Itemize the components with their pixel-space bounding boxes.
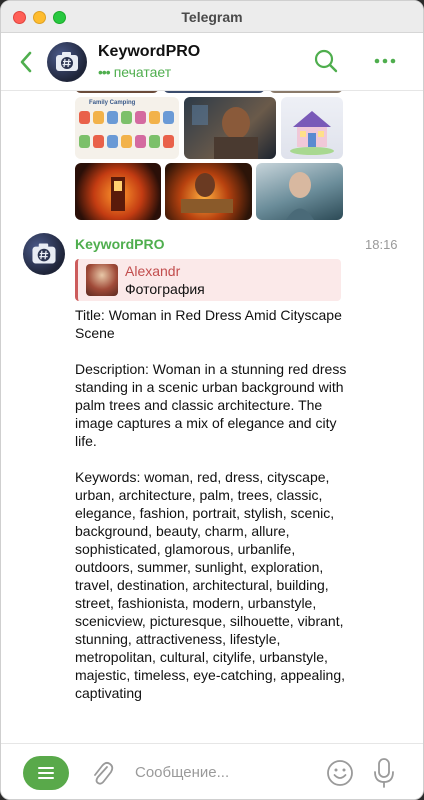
message-text: Title: Woman in Red Dress Amid Cityscape… [75, 306, 347, 702]
media-thumbnail[interactable] [256, 163, 343, 220]
search-icon [314, 49, 338, 73]
reply-thumbnail [86, 264, 118, 296]
chevron-left-icon [20, 51, 32, 73]
reply-preview[interactable]: Alexandr Фотография [75, 259, 341, 301]
media-thumbnail[interactable] [165, 163, 252, 220]
bot-menu-button[interactable] [23, 756, 69, 790]
media-thumbnail[interactable] [75, 91, 159, 93]
reply-author: Alexandr [125, 263, 181, 279]
chat-header: KeywordPRO ••• печатает [1, 33, 423, 91]
message-sender[interactable]: KeywordPRO [75, 236, 164, 252]
photo-toy-house [290, 111, 334, 155]
message-description: Description: Woman in a stunning red dre… [75, 361, 347, 449]
window-title: Telegram [181, 9, 243, 25]
telegram-window: Telegram KeywordPRO ••• печатает Family … [0, 0, 424, 800]
media-thumbnail[interactable] [269, 91, 343, 93]
menu-icon-bar [38, 777, 54, 779]
emoji-button[interactable] [325, 758, 355, 788]
chat-status: ••• печатает [98, 64, 171, 80]
microphone-icon [374, 758, 394, 788]
photo-fire-booth [111, 177, 125, 211]
message-keywords: Keywords: woman, red, dress, cityscape, … [75, 469, 346, 701]
chat-avatar[interactable] [47, 42, 87, 82]
smiley-icon [327, 760, 353, 786]
chat-messages[interactable]: Family Camping KeywordPRO 18:16 Alexandr… [1, 91, 423, 743]
media-thumbnail-family-camping[interactable]: Family Camping [75, 97, 179, 159]
camera-hashtag-logo-icon [56, 52, 78, 71]
photo-woman-rain [286, 172, 314, 220]
search-button[interactable] [313, 47, 339, 75]
back-button[interactable] [15, 49, 39, 75]
camera-hashtag-logo-icon [32, 243, 56, 264]
title-bar: Telegram [1, 1, 423, 33]
media-thumbnail[interactable] [184, 97, 276, 159]
more-dots-icon [374, 58, 396, 64]
message-input[interactable] [135, 760, 315, 784]
more-options-button[interactable] [371, 47, 399, 75]
attach-button[interactable] [89, 758, 115, 788]
message-composer [1, 743, 423, 799]
collage-title: Family Camping [89, 100, 136, 106]
reply-text: Фотография [125, 281, 205, 297]
media-thumbnail[interactable] [163, 91, 265, 93]
menu-icon [38, 767, 54, 769]
menu-icon-bar [38, 772, 54, 774]
photo-woman-laptop [192, 105, 258, 159]
typing-status-text: печатает [113, 64, 172, 80]
message-title: Title: Woman in Red Dress Amid Cityscape… [75, 307, 342, 341]
sender-avatar[interactable] [23, 233, 65, 275]
media-thumbnail[interactable] [281, 97, 343, 159]
message-time: 18:16 [365, 237, 398, 252]
chat-name[interactable]: KeywordPRO [98, 43, 200, 61]
photo-man-fire [181, 173, 233, 213]
media-thumbnail[interactable] [75, 163, 161, 220]
media-album: Family Camping [75, 91, 343, 221]
paperclip-icon [94, 761, 114, 785]
collage-figures [79, 111, 175, 155]
voice-message-button[interactable] [371, 756, 397, 790]
typing-indicator: ••• [98, 64, 111, 80]
